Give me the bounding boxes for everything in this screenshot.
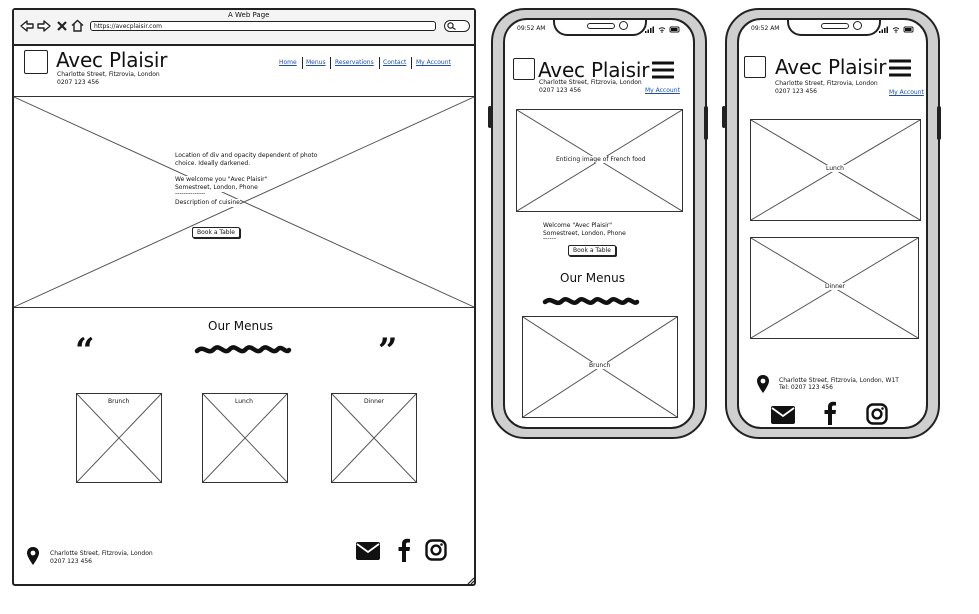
my-account-link[interactable]: My Account (889, 89, 924, 96)
header-address: Charlotte Street, Fitzrovia, London (539, 79, 642, 86)
scribble-divider (194, 345, 292, 354)
nav-menus[interactable]: Menus (306, 59, 326, 66)
logo-placeholder[interactable] (513, 58, 535, 80)
menu-card-label: Dinner (363, 398, 386, 405)
nav-reservations[interactable]: Reservations (335, 59, 374, 66)
quote-close-icon: ” (378, 331, 398, 371)
facebook-icon[interactable] (397, 538, 411, 562)
menu-card-lunch[interactable]: Lunch (202, 393, 288, 483)
brand-name[interactable]: Avec Plaisir (56, 48, 167, 72)
book-table-button[interactable]: Book a Table (568, 245, 616, 256)
resize-handle-icon[interactable] (467, 577, 475, 584)
welcome-divider-text: ------ (543, 235, 556, 242)
header-phone: 0207 123 456 (775, 88, 817, 95)
email-icon[interactable] (771, 406, 795, 424)
header-phone: 0207 123 456 (57, 79, 99, 86)
menu-card-label: Lunch (825, 165, 845, 172)
footer-phone: 0207 123 456 (50, 558, 92, 565)
hero-image-placeholder (14, 96, 474, 308)
menu-card-brunch[interactable]: Brunch (522, 316, 678, 418)
window-title: A Web Page (228, 11, 270, 19)
url-input[interactable]: https://avecplaisir.com (90, 21, 436, 31)
mobile-device-home: 09:52 AM Avec Plaisir Charlotte Street, … (488, 8, 708, 439)
hamburger-menu-icon[interactable] (889, 59, 911, 77)
nav-contact[interactable]: Contact (383, 59, 406, 66)
facebook-icon[interactable] (823, 401, 837, 425)
menu-card-label: Brunch (107, 398, 131, 405)
scribble-divider (542, 297, 640, 306)
location-pin-icon (27, 547, 39, 565)
hero-image-placeholder: Enticing image of French food (516, 109, 683, 212)
signal-icon (645, 26, 680, 33)
logo-placeholder[interactable] (24, 50, 48, 74)
hamburger-menu-icon[interactable] (652, 61, 674, 79)
search-icon (447, 22, 456, 30)
browser-toolbar: A Web Page https://avecplaisir.com (14, 10, 474, 46)
menus-heading: Our Menus (208, 319, 273, 333)
logo-placeholder[interactable] (744, 56, 766, 78)
forward-icon[interactable] (37, 20, 51, 32)
hero-image-caption: Enticing image of French food (555, 156, 647, 163)
hero-welcome: We welcome you "Avec Plaisir" (175, 176, 268, 184)
mobile-screen: 09:52 AM Avec Plaisir Charlotte Street, … (737, 18, 928, 429)
header-phone: 0207 123 456 (539, 87, 581, 94)
camera (619, 21, 628, 30)
menu-card-dinner[interactable]: Dinner (750, 237, 919, 339)
footer-address: Charlotte Street, Fitzrovia, London (50, 550, 153, 557)
menu-card-dinner[interactable]: Dinner (331, 393, 417, 483)
menu-card-label: Dinner (824, 283, 847, 290)
brand-name[interactable]: Avec Plaisir (775, 55, 886, 79)
hero-text-line: choice. Ideally darkened. (175, 160, 251, 168)
mobile-device-menus: 09:52 AM Avec Plaisir Charlotte Street, … (722, 8, 941, 439)
menu-card-brunch[interactable]: Brunch (76, 393, 162, 483)
nav-divider (330, 57, 331, 69)
side-button (488, 106, 492, 128)
hero-text-line: Location of div and opacity dependent of… (175, 152, 318, 160)
footer-phone: Tel: 0207 123 456 (779, 384, 833, 391)
phone-notch (553, 20, 647, 36)
nav-my-account[interactable]: My Account (416, 59, 451, 66)
nav-divider (379, 57, 380, 69)
home-icon[interactable] (71, 19, 84, 32)
status-time: 09:52 AM (517, 25, 546, 32)
close-icon[interactable] (57, 20, 67, 32)
nav-home[interactable]: Home (279, 59, 297, 66)
header-address: Charlotte Street, Fitzrovia, London (775, 80, 878, 87)
camera (853, 21, 862, 30)
back-icon[interactable] (20, 20, 34, 32)
nav-divider (411, 57, 412, 69)
menu-card-lunch[interactable]: Lunch (750, 119, 921, 221)
status-time: 09:52 AM (751, 25, 780, 32)
quote-open-icon: “ (75, 331, 95, 371)
mobile-screen: 09:52 AM Avec Plaisir Charlotte Street, … (503, 18, 695, 429)
welcome-text: Welcome "Avec Plaisir" (543, 222, 612, 229)
side-button (937, 106, 941, 140)
menu-card-label: Lunch (234, 398, 254, 405)
nav-divider (302, 57, 303, 69)
hero-cuisine: Description of cuisine (175, 199, 240, 207)
instagram-icon[interactable] (425, 539, 447, 561)
book-table-button[interactable]: Book a Table (192, 227, 240, 238)
side-button (722, 106, 726, 128)
menu-card-label: Brunch (588, 362, 612, 369)
location-pin-icon (757, 375, 769, 393)
phone-notch (787, 20, 881, 36)
desktop-browser-window: A Web Page https://avecplaisir.com Avec … (12, 8, 476, 586)
menus-heading: Our Menus (560, 271, 625, 285)
hero-divider-text: -------------- (175, 190, 206, 198)
email-icon[interactable] (356, 542, 380, 560)
instagram-icon[interactable] (866, 403, 888, 425)
signal-icon (879, 26, 914, 33)
header-address: Charlotte Street, Fitzrovia, London (57, 71, 160, 78)
speaker (821, 23, 849, 29)
search-box[interactable] (444, 20, 470, 32)
speaker (587, 23, 615, 29)
my-account-link[interactable]: My Account (645, 87, 680, 94)
side-button (704, 106, 708, 140)
